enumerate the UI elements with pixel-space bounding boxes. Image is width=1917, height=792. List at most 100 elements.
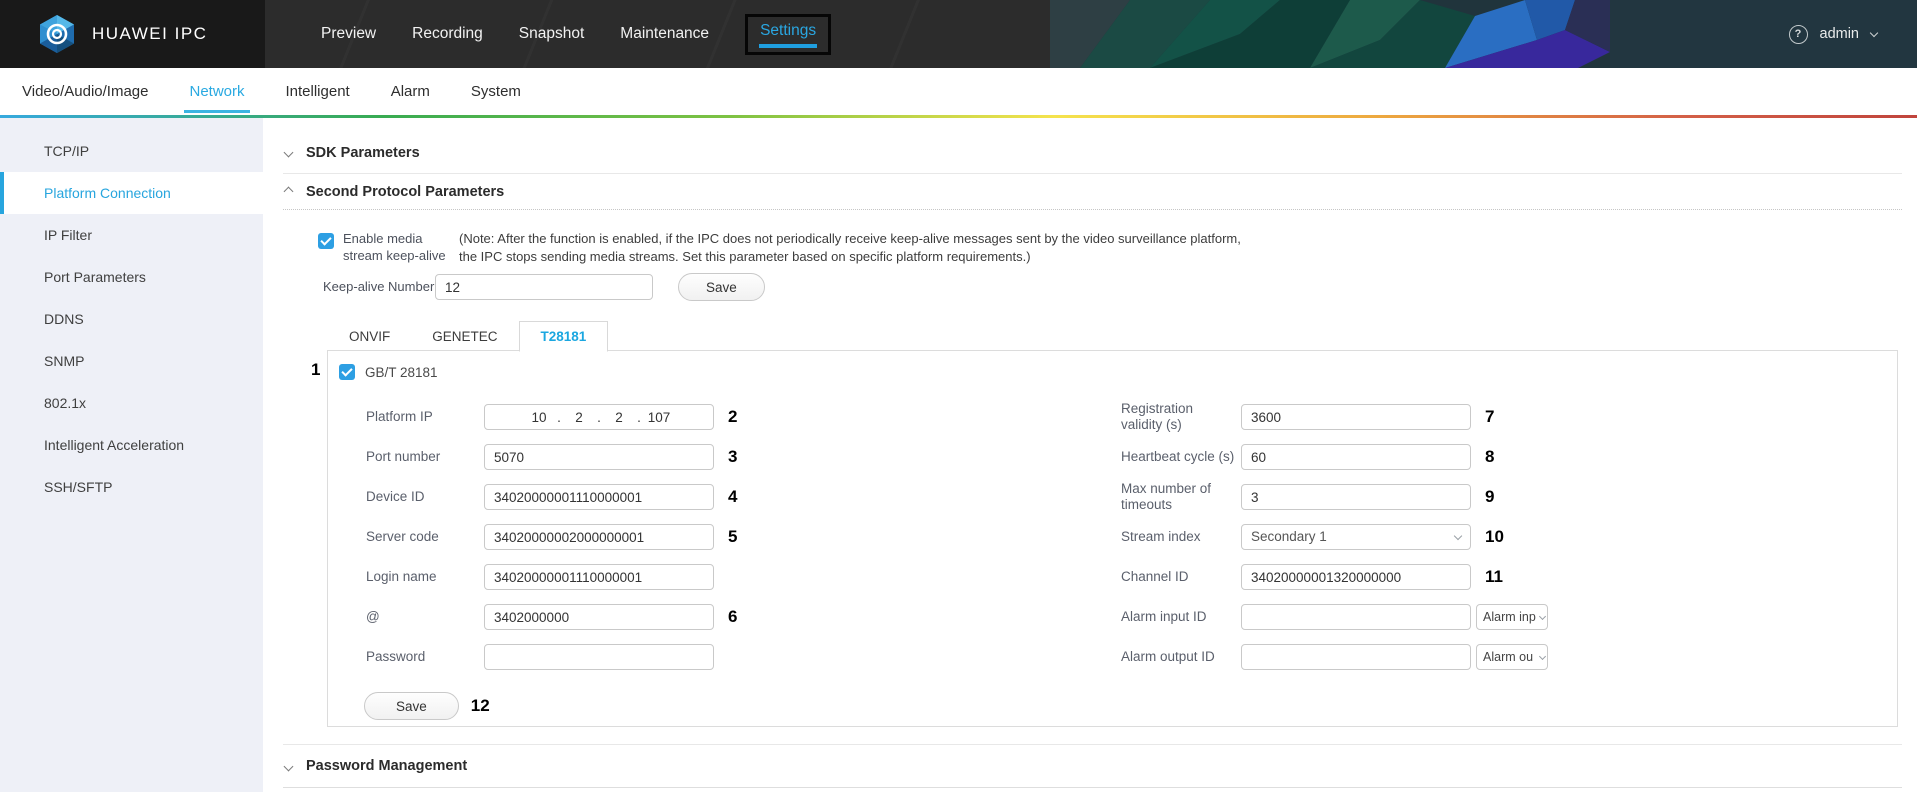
max-timeouts-row: Max number of timeouts 9 xyxy=(1121,477,1721,517)
sidebar-item-port-parameters[interactable]: Port Parameters xyxy=(0,256,263,298)
subnav-intelligent[interactable]: Intelligent xyxy=(286,83,350,100)
sidebar-item-8021x[interactable]: 802.1x xyxy=(0,382,263,424)
t28181-panel: 1 GB/T 28181 Platform IP 10 . 2 . 2 xyxy=(327,350,1898,727)
alarm-output-id-label: Alarm output ID xyxy=(1121,649,1235,665)
device-id-row: Device ID 4 xyxy=(366,477,866,517)
stream-index-value: Secondary 1 xyxy=(1251,529,1327,544)
ip-octet-2: 2 xyxy=(566,410,592,425)
chevron-up-icon xyxy=(284,187,294,197)
user-area: ? admin xyxy=(1789,0,1878,68)
max-timeouts-input[interactable] xyxy=(1241,484,1471,510)
topbar-polygon-art xyxy=(1050,0,1917,68)
subnav-network[interactable]: Network xyxy=(189,83,244,100)
annotation-7: 7 xyxy=(1485,407,1494,427)
annotation-11: 11 xyxy=(1485,567,1503,587)
annotation-2: 2 xyxy=(728,407,737,427)
registration-validity-row: Registration validity (s) 7 xyxy=(1121,397,1721,437)
tab-genetec[interactable]: GENETEC xyxy=(411,322,518,351)
registration-validity-label: Registration validity (s) xyxy=(1121,401,1235,433)
alarm-input-id-input[interactable] xyxy=(1241,604,1471,630)
at-input[interactable] xyxy=(484,604,714,630)
brand-name: HUAWEI IPC xyxy=(92,24,207,44)
chevron-down-icon xyxy=(1870,28,1878,36)
sidebar-item-ssh-sftp[interactable]: SSH/SFTP xyxy=(0,466,263,508)
channel-id-label: Channel ID xyxy=(1121,569,1235,585)
chevron-down-icon xyxy=(1454,532,1462,540)
section-title: Password Management xyxy=(306,758,467,774)
settings-subnav: Video/Audio/Image Network Intelligent Al… xyxy=(0,68,1917,115)
alarm-input-select-value: Alarm inp xyxy=(1483,610,1536,624)
ip-octet-3: 2 xyxy=(606,410,632,425)
chevron-down-icon xyxy=(1539,613,1546,620)
section-header-sdk-parameters[interactable]: SDK Parameters xyxy=(283,132,1902,174)
keepalive-number-label: Keep-alive Number xyxy=(323,279,435,295)
section-header-second-protocol-parameters[interactable]: Second Protocol Parameters xyxy=(283,174,1902,210)
port-number-row: Port number 3 xyxy=(366,437,866,477)
ip-dot: . xyxy=(592,410,606,425)
huawei-ipc-logo-icon xyxy=(38,14,76,54)
platform-ip-label: Platform IP xyxy=(366,409,478,425)
brand-block: HUAWEI IPC xyxy=(0,0,265,68)
keepalive-save-button[interactable]: Save xyxy=(678,273,765,301)
sidebar-item-platform-connection[interactable]: Platform Connection xyxy=(0,172,263,214)
top-menu-preview[interactable]: Preview xyxy=(321,25,376,43)
server-code-input[interactable] xyxy=(484,524,714,550)
form-column-right: Registration validity (s) 7 Heartbeat cy… xyxy=(1121,397,1721,677)
sidebar-item-snmp[interactable]: SNMP xyxy=(0,340,263,382)
annotation-5: 5 xyxy=(728,527,737,547)
top-menu-snapshot[interactable]: Snapshot xyxy=(519,25,585,43)
annotation-10: 10 xyxy=(1485,527,1504,547)
login-name-input[interactable] xyxy=(484,564,714,590)
sidebar-item-intelligent-acceleration[interactable]: Intelligent Acceleration xyxy=(0,424,263,466)
server-code-label: Server code xyxy=(366,529,478,545)
login-name-row: Login name xyxy=(366,557,866,597)
keepalive-note-line1: (Note: After the function is enabled, if… xyxy=(459,231,1241,246)
device-id-input[interactable] xyxy=(484,484,714,510)
main-content: SDK Parameters Second Protocol Parameter… xyxy=(263,118,1917,792)
alarm-output-select-value: Alarm ou xyxy=(1483,650,1533,664)
tab-onvif[interactable]: ONVIF xyxy=(328,322,411,351)
sidebar-item-tcpip[interactable]: TCP/IP xyxy=(0,130,263,172)
user-menu[interactable]: admin xyxy=(1820,26,1860,42)
platform-ip-row: Platform IP 10 . 2 . 2 . 107 2 xyxy=(366,397,866,437)
section-title: SDK Parameters xyxy=(306,145,420,161)
stream-index-select[interactable]: Secondary 1 xyxy=(1241,524,1471,550)
heartbeat-cycle-input[interactable] xyxy=(1241,444,1471,470)
top-menu-settings[interactable]: Settings xyxy=(745,14,831,55)
t28181-save-button[interactable]: Save xyxy=(364,692,459,720)
annotation-3: 3 xyxy=(728,447,737,467)
gbt-28181-row: GB/T 28181 xyxy=(339,364,438,380)
sidebar-item-ip-filter[interactable]: IP Filter xyxy=(0,214,263,256)
channel-id-row: Channel ID 11 xyxy=(1121,557,1721,597)
keepalive-note-line2: the IPC stops sending media streams. Set… xyxy=(459,249,1031,264)
subnav-alarm[interactable]: Alarm xyxy=(391,83,430,100)
subnav-video-audio-image[interactable]: Video/Audio/Image xyxy=(22,83,148,100)
stream-index-label: Stream index xyxy=(1121,529,1235,545)
chevron-down-icon xyxy=(284,148,294,158)
enable-media-stream-keepalive-checkbox[interactable] xyxy=(318,233,334,249)
password-input[interactable] xyxy=(484,644,714,670)
gbt-28181-checkbox[interactable] xyxy=(339,364,355,380)
top-menu-maintenance[interactable]: Maintenance xyxy=(620,25,709,43)
alarm-input-select[interactable]: Alarm inp xyxy=(1476,604,1548,630)
section-header-password-management[interactable]: Password Management xyxy=(283,745,1902,788)
heartbeat-cycle-label: Heartbeat cycle (s) xyxy=(1121,449,1235,465)
registration-validity-input[interactable] xyxy=(1241,404,1471,430)
port-number-input[interactable] xyxy=(484,444,714,470)
subnav-system[interactable]: System xyxy=(471,83,521,100)
at-row: @ 6 xyxy=(366,597,866,637)
keepalive-number-row: Keep-alive Number Save xyxy=(283,272,1902,302)
top-menu-recording[interactable]: Recording xyxy=(412,25,483,43)
platform-ip-input[interactable]: 10 . 2 . 2 . 107 xyxy=(484,404,714,430)
protocol-tabs: ONVIF GENETEC T28181 xyxy=(328,322,1902,351)
tab-t28181[interactable]: T28181 xyxy=(519,321,609,352)
sidebar-item-ddns[interactable]: DDNS xyxy=(0,298,263,340)
keepalive-enable-row: Enable media stream keep-alive (Note: Af… xyxy=(283,230,1902,268)
channel-id-input[interactable] xyxy=(1241,564,1471,590)
alarm-input-id-row: Alarm input ID Alarm inp xyxy=(1121,597,1721,637)
alarm-output-select[interactable]: Alarm ou xyxy=(1476,644,1548,670)
keepalive-number-input[interactable] xyxy=(435,274,653,300)
section-title: Second Protocol Parameters xyxy=(306,184,504,200)
alarm-output-id-input[interactable] xyxy=(1241,644,1471,670)
help-icon[interactable]: ? xyxy=(1789,25,1808,44)
